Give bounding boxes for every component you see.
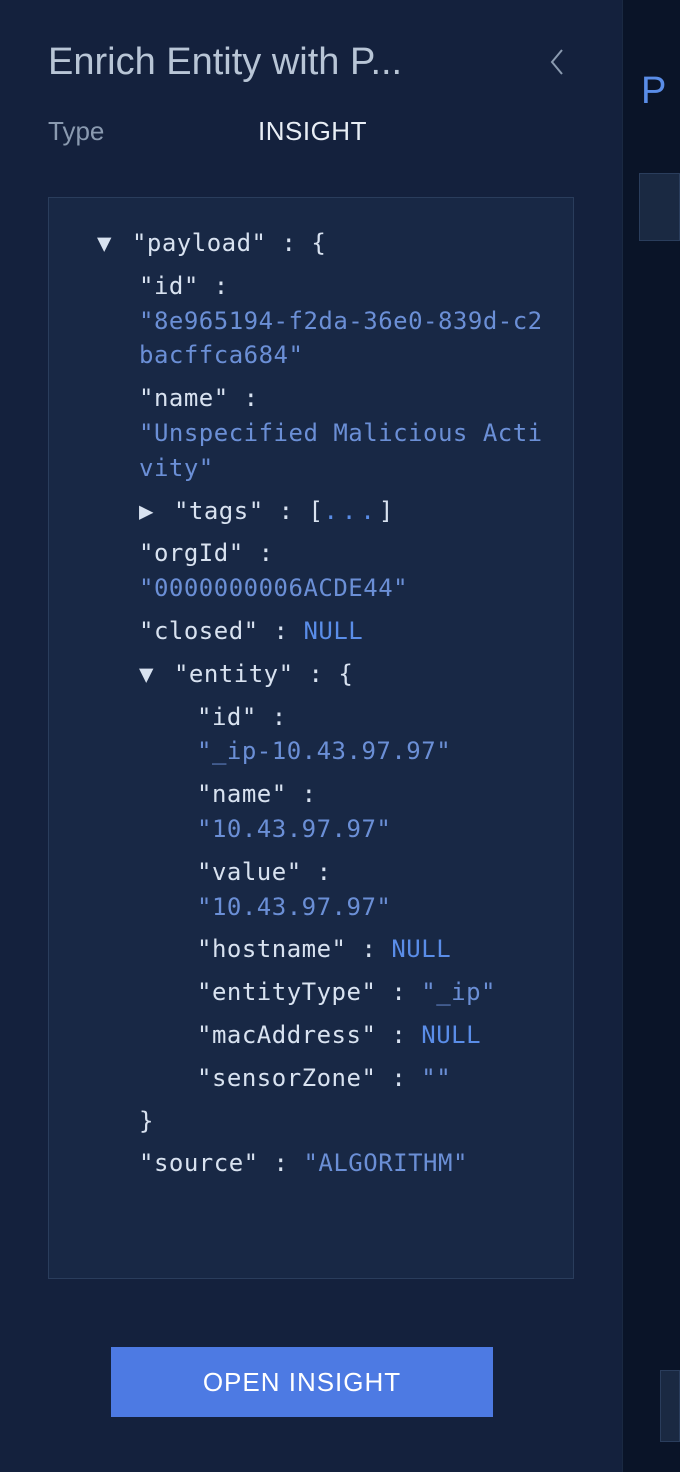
json-node-orgid: "orgId" : "0000000006ACDE44": [69, 536, 553, 606]
chevron-down-icon[interactable]: ▼: [139, 657, 159, 692]
json-node-entity-value: "value" : "10.43.97.97": [69, 855, 553, 925]
panel-header: Enrich Entity with P...: [0, 38, 622, 86]
json-node-entity[interactable]: ▼ "entity" : {: [69, 657, 553, 692]
adjacent-panel-title: P: [641, 70, 680, 113]
json-node-closed: "closed" : NULL: [69, 614, 553, 649]
back-chevron-icon[interactable]: [540, 38, 574, 86]
json-brace-close: }: [69, 1104, 553, 1139]
json-node-entity-id: "id" : "_ip-10.43.97.97": [69, 700, 553, 770]
open-insight-button[interactable]: OPEN INSIGHT: [111, 1347, 493, 1417]
type-label: Type: [48, 116, 258, 147]
json-node-source: "source" : "ALGORITHM": [69, 1146, 553, 1181]
ellipsis-icon: ...: [323, 497, 378, 525]
chevron-right-icon[interactable]: ▶: [139, 494, 159, 529]
detail-panel: Enrich Entity with P... Type INSIGHT ▼ "…: [0, 0, 622, 1472]
json-node-name: "name" : "Unspecified Malicious Activity…: [69, 381, 553, 485]
adjacent-panel: P: [622, 0, 680, 1472]
json-node-macaddress: "macAddress" : NULL: [69, 1018, 553, 1053]
json-node-id: "id" : "8e965194-f2da-36e0-839d-c2bacffc…: [69, 269, 553, 373]
adjacent-panel-box-bottom: [660, 1370, 680, 1442]
panel-title: Enrich Entity with P...: [48, 41, 402, 84]
meta-row: Type INSIGHT: [0, 116, 622, 147]
json-node-entitytype: "entityType" : "_ip": [69, 975, 553, 1010]
adjacent-panel-box: [639, 173, 680, 241]
json-viewer[interactable]: ▼ "payload" : { "id" : "8e965194-f2da-36…: [48, 197, 574, 1279]
chevron-down-icon[interactable]: ▼: [97, 226, 117, 261]
json-node-hostname: "hostname" : NULL: [69, 932, 553, 967]
json-node-payload[interactable]: ▼ "payload" : {: [69, 226, 553, 261]
json-node-entity-name: "name" : "10.43.97.97": [69, 777, 553, 847]
json-node-tags[interactable]: ▶ "tags" : [...]: [69, 494, 553, 529]
type-value: INSIGHT: [258, 116, 367, 147]
json-node-sensorzone: "sensorZone" : "": [69, 1061, 553, 1096]
